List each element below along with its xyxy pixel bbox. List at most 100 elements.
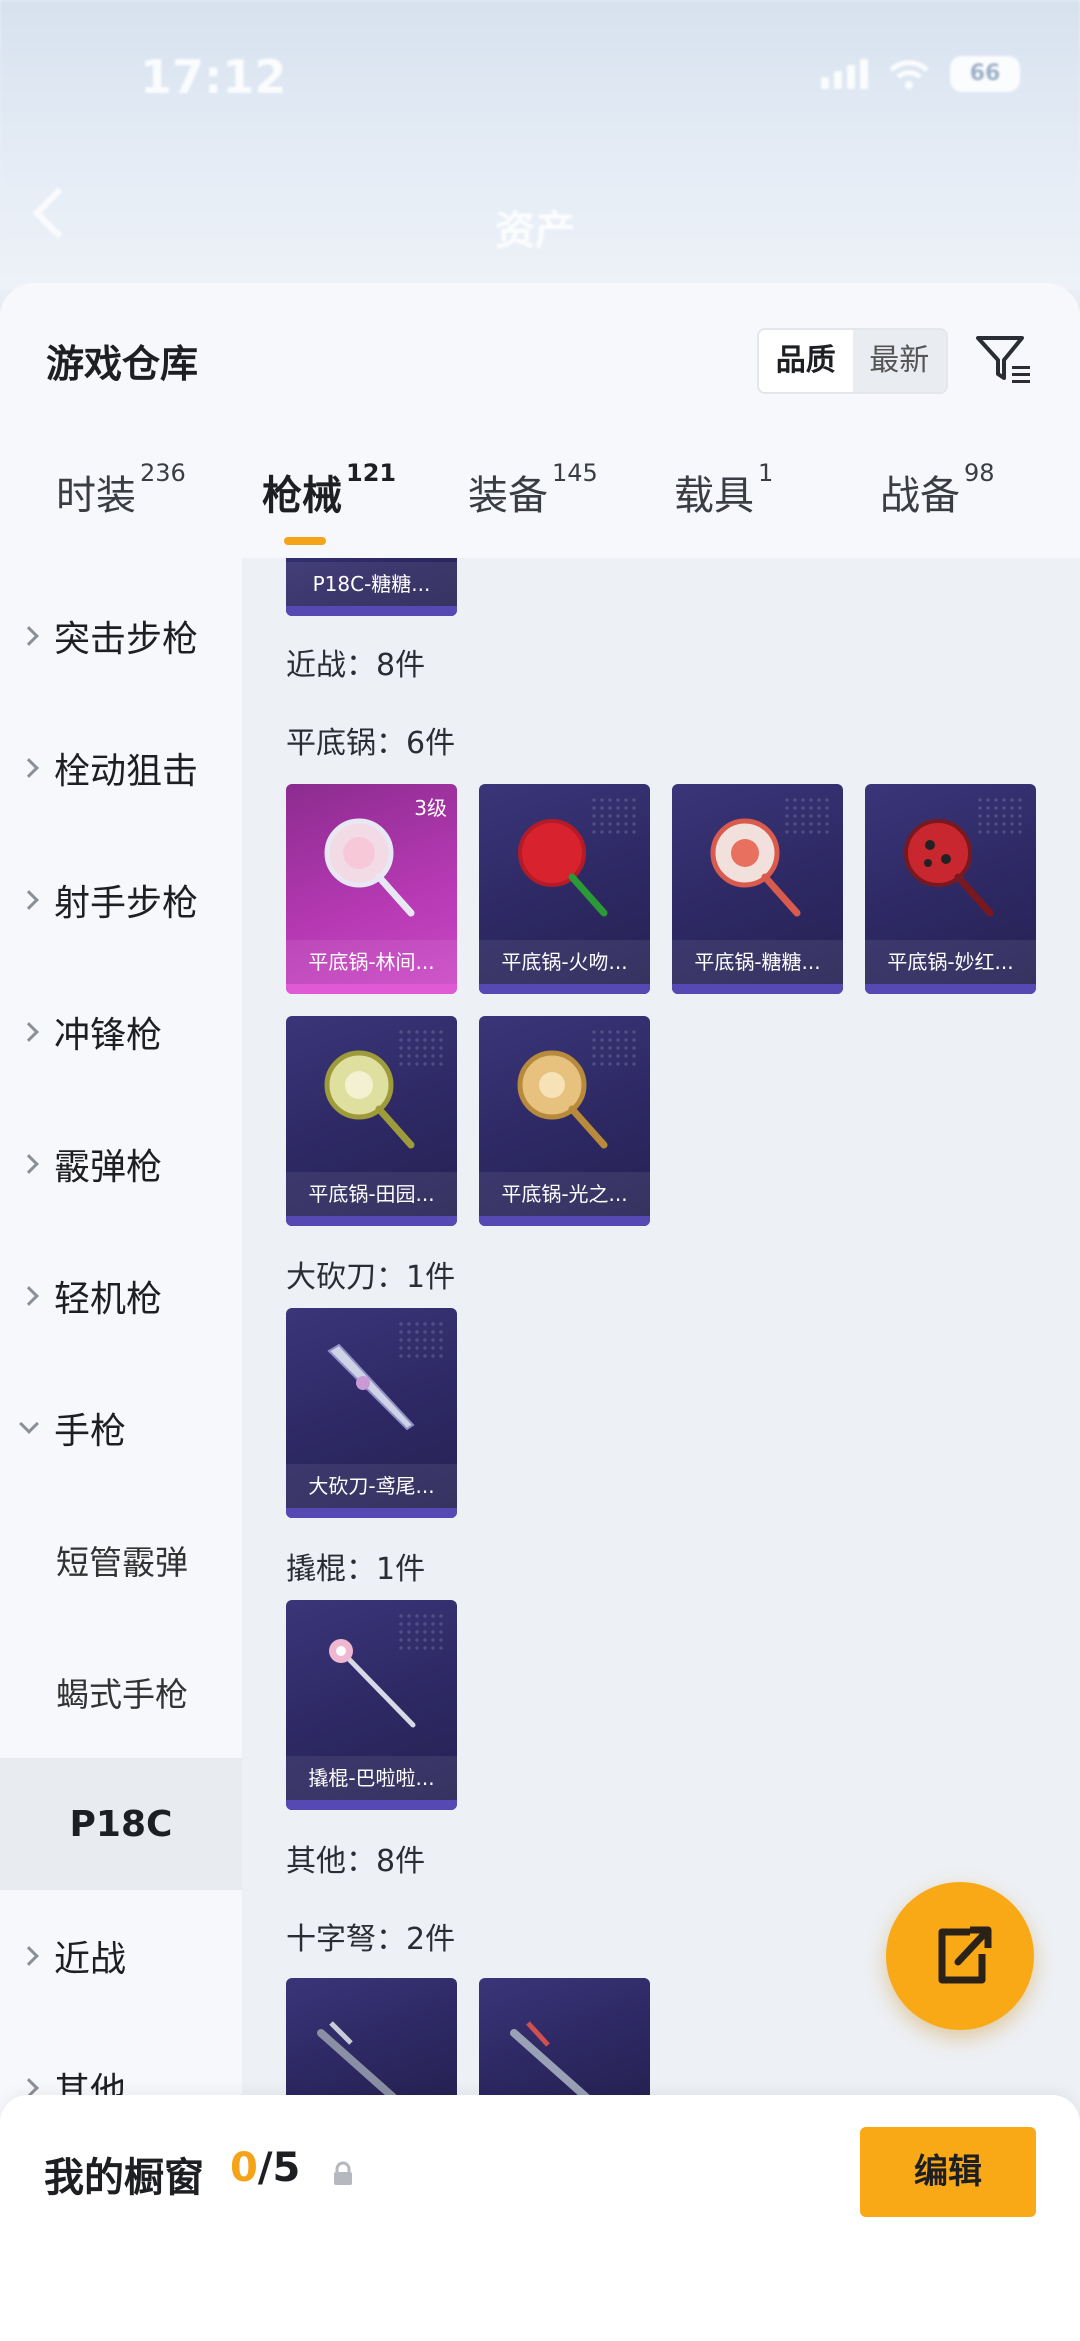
- rarity-stripe: [286, 1508, 457, 1518]
- rarity-stripe: [479, 1216, 650, 1226]
- active-tab-indicator: [284, 537, 326, 545]
- rarity-stripe: [865, 984, 1036, 994]
- chevron-down-icon: [19, 1414, 39, 1434]
- sort-quality-button[interactable]: 品质: [759, 330, 853, 392]
- background-header: 17:12 66 资产: [0, 0, 1080, 290]
- item-card-pan[interactable]: 3级 平底锅-林间...: [286, 784, 457, 994]
- filter-icon[interactable]: [972, 328, 1036, 392]
- item-card-crossbow[interactable]: [286, 1978, 457, 2104]
- rarity-stripe: [286, 984, 457, 994]
- tab-label: 枪械: [262, 473, 342, 519]
- item-card-crowbar[interactable]: 撬棍-巴啦啦...: [286, 1600, 457, 1810]
- tab-fashion[interactable]: 时装236: [56, 459, 186, 521]
- item-name: 平底锅-妙红...: [865, 940, 1036, 984]
- item-card-machete[interactable]: 大砍刀-鸢尾...: [286, 1308, 457, 1518]
- machete-skin-image: [327, 1343, 415, 1431]
- sheet-title: 游戏仓库: [46, 342, 199, 386]
- sidebar-subitem-skorpion[interactable]: 蝎式手枪: [0, 1626, 242, 1758]
- crowbar-skin-image: [329, 1639, 416, 1728]
- wifi-icon: [889, 60, 929, 89]
- pan-skin-image: [324, 818, 415, 917]
- chevron-right-icon: [19, 1022, 39, 1042]
- sidebar-item-melee[interactable]: 近战: [0, 1890, 242, 2022]
- sort-newest-button[interactable]: 最新: [853, 330, 947, 392]
- tab-count: 121: [346, 458, 397, 487]
- section-label-melee: 近战：8件: [286, 648, 426, 683]
- sidebar-item-lmg[interactable]: 轻机枪: [0, 1230, 242, 1362]
- item-card-pan[interactable]: 平底锅-妙红...: [865, 784, 1036, 994]
- crossbow-skin-image: [510, 2021, 600, 2104]
- item-name: P18C-糖糖...: [286, 562, 457, 606]
- tab-label: 战备: [880, 473, 960, 519]
- chevron-right-icon: [19, 1286, 39, 1306]
- item-name: 平底锅-糖糖...: [672, 940, 843, 984]
- sidebar-item-label: 轻机枪: [54, 1279, 163, 1320]
- sidebar-item-label: P18C: [69, 1803, 173, 1845]
- tab-firearms[interactable]: 枪械121: [262, 459, 396, 521]
- tab-count: 98: [964, 458, 995, 487]
- tab-combat-supplies[interactable]: 战备98: [880, 459, 995, 521]
- sidebar-item-label: 近战: [54, 1939, 127, 1980]
- item-card-p18c[interactable]: P18C-糖糖...: [286, 558, 457, 616]
- battery-indicator: 66: [950, 56, 1020, 92]
- tab-label: 载具: [674, 473, 754, 519]
- chevron-right-icon: [19, 758, 39, 778]
- chevron-right-icon: [19, 626, 39, 646]
- tab-label: 时装: [56, 473, 136, 519]
- warehouse-sheet: 游戏仓库 品质 最新 时装236 枪械121 装备145 载具1 战备98 突击…: [0, 283, 1080, 2341]
- sidebar-item-smg[interactable]: 冲锋枪: [0, 966, 242, 1098]
- pan-skin-image: [710, 818, 801, 917]
- sidebar-item-shotgun[interactable]: 霰弹枪: [0, 1098, 242, 1230]
- item-name: 撬棍-巴啦啦...: [286, 1756, 457, 1800]
- tab-count: 1: [758, 458, 774, 487]
- sidebar-subitem-p18c[interactable]: P18C: [0, 1758, 242, 1890]
- rarity-stripe: [672, 984, 843, 994]
- item-card-pan[interactable]: 平底锅-光之...: [479, 1016, 650, 1226]
- sidebar-item-label: 突击步枪: [54, 619, 199, 660]
- rarity-stripe: [479, 984, 650, 994]
- edit-button[interactable]: 编辑: [860, 2127, 1036, 2217]
- weapon-category-sidebar: 突击步枪 栓动狙击 射手步枪 冲锋枪 霰弹枪 轻机枪 手枪 短管霰弹 蝎式手枪 …: [0, 558, 242, 2208]
- lock-icon: [334, 2161, 352, 2185]
- pan-skin-image: [518, 819, 608, 917]
- pan-skin-image: [324, 1050, 415, 1149]
- item-name: 大砍刀-鸢尾...: [286, 1464, 457, 1508]
- tab-equipment[interactable]: 装备145: [468, 459, 598, 521]
- showcase-total: /5: [257, 2145, 301, 2191]
- item-card-pan[interactable]: 平底锅-田园...: [286, 1016, 457, 1226]
- item-name: 平底锅-火吻...: [479, 940, 650, 984]
- item-card-crossbow[interactable]: [479, 1978, 650, 2104]
- section-label-other: 其他：8件: [286, 1844, 426, 1879]
- sidebar-subitem-sawed-off[interactable]: 短管霰弹: [0, 1494, 242, 1626]
- rarity-stripe: [286, 606, 457, 616]
- category-tabs: 时装236 枪械121 装备145 载具1 战备98: [0, 459, 1080, 563]
- sidebar-item-label: 冲锋枪: [54, 1015, 163, 1056]
- sidebar-item-label: 栓动狙击: [54, 751, 199, 792]
- section-label-crowbar: 撬棍：1件: [286, 1552, 426, 1587]
- sidebar-item-label: 霰弹枪: [54, 1147, 163, 1188]
- back-arrow-icon[interactable]: [32, 187, 84, 239]
- sidebar-item-label: 蝎式手枪: [56, 1675, 188, 1714]
- item-card-pan[interactable]: 平底锅-火吻...: [479, 784, 650, 994]
- section-label-pan: 平底锅：6件: [286, 726, 456, 761]
- sidebar-item-pistol[interactable]: 手枪: [0, 1362, 242, 1494]
- item-name: 平底锅-田园...: [286, 1172, 457, 1216]
- tab-count: 236: [140, 458, 186, 487]
- sidebar-item-marksman-rifle[interactable]: 射手步枪: [0, 834, 242, 966]
- sidebar-item-label: 手枪: [54, 1411, 127, 1452]
- chevron-right-icon: [19, 1154, 39, 1174]
- tab-count: 145: [552, 458, 598, 487]
- status-time: 17:12: [140, 50, 287, 104]
- chevron-right-icon: [19, 1946, 39, 1966]
- item-card-pan[interactable]: 平底锅-糖糖...: [672, 784, 843, 994]
- sidebar-item-assault-rifle[interactable]: 突击步枪: [0, 570, 242, 702]
- showcase-label: 我的橱窗: [44, 2155, 204, 2201]
- pan-skin-image: [517, 1050, 608, 1149]
- sidebar-item-bolt-sniper[interactable]: 栓动狙击: [0, 702, 242, 834]
- showcase-current: 0: [230, 2145, 258, 2191]
- tab-vehicles[interactable]: 载具1: [674, 459, 773, 521]
- share-button[interactable]: [886, 1882, 1034, 2030]
- sidebar-item-label: 射手步枪: [54, 883, 199, 924]
- tab-label: 装备: [468, 473, 548, 519]
- rarity-stripe: [286, 1800, 457, 1810]
